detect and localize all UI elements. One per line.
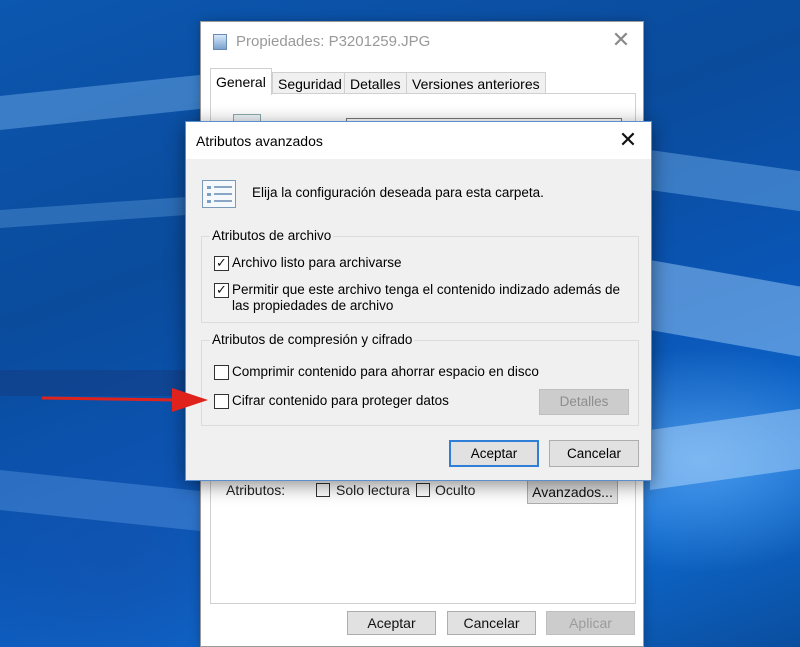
properties-cancel-button[interactable]: Cancelar <box>447 611 536 635</box>
tab-versiones-anteriores[interactable]: Versiones anteriores <box>406 72 546 94</box>
advanced-button[interactable]: Avanzados... <box>527 480 618 504</box>
compress-checkbox[interactable] <box>214 365 229 380</box>
dialog-cancel-button[interactable]: Cancelar <box>549 440 639 467</box>
dialog-titlebar: Atributos avanzados ✕ <box>186 122 651 159</box>
readonly-label: Solo lectura <box>336 482 410 498</box>
readonly-checkbox[interactable] <box>316 483 330 497</box>
close-icon[interactable]: ✕ <box>615 128 641 154</box>
index-label: Permitir que este archivo tenga el conte… <box>232 282 620 313</box>
properties-ok-button[interactable]: Aceptar <box>347 611 436 635</box>
file-attributes-legend: Atributos de archivo <box>210 228 334 243</box>
archive-checkbox[interactable]: ✓ <box>214 256 229 271</box>
compress-label: Comprimir contenido para ahorrar espacio… <box>232 364 539 379</box>
dialog-title: Atributos avanzados <box>196 133 323 149</box>
properties-title: Propiedades: P3201259.JPG <box>236 33 431 50</box>
attributes-label: Atributos: <box>226 482 286 498</box>
tab-detalles[interactable]: Detalles <box>344 72 407 94</box>
checkmark-icon: ✓ <box>216 256 227 271</box>
compression-legend: Atributos de compresión y cifrado <box>210 332 415 347</box>
details-button[interactable]: Detalles <box>539 389 629 415</box>
index-checkbox[interactable]: ✓ <box>214 283 229 298</box>
checkmark-icon: ✓ <box>216 283 227 298</box>
close-icon[interactable]: ✕ <box>609 28 633 52</box>
dialog-message: Elija la configuración deseada para esta… <box>252 185 544 200</box>
encrypt-checkbox[interactable] <box>214 394 229 409</box>
compression-group: Atributos de compresión y cifrado Compri… <box>201 332 639 426</box>
properties-apply-button[interactable]: Aplicar <box>546 611 635 635</box>
hidden-checkbox[interactable] <box>416 483 430 497</box>
archive-label: Archivo listo para archivarse <box>232 255 402 270</box>
attributes-list-icon <box>202 180 236 208</box>
hidden-label: Oculto <box>435 482 476 498</box>
image-file-icon <box>213 34 227 50</box>
dialog-ok-button[interactable]: Aceptar <box>449 440 539 467</box>
tab-general[interactable]: General <box>210 68 272 95</box>
properties-titlebar: Propiedades: P3201259.JPG ✕ <box>201 22 643 60</box>
red-arrow-icon <box>41 388 208 412</box>
advanced-attributes-dialog: Atributos avanzados ✕ Elija la configura… <box>185 121 652 481</box>
file-attributes-group: Atributos de archivo ✓ Archivo listo par… <box>201 228 639 323</box>
tab-seguridad[interactable]: Seguridad <box>272 72 348 94</box>
